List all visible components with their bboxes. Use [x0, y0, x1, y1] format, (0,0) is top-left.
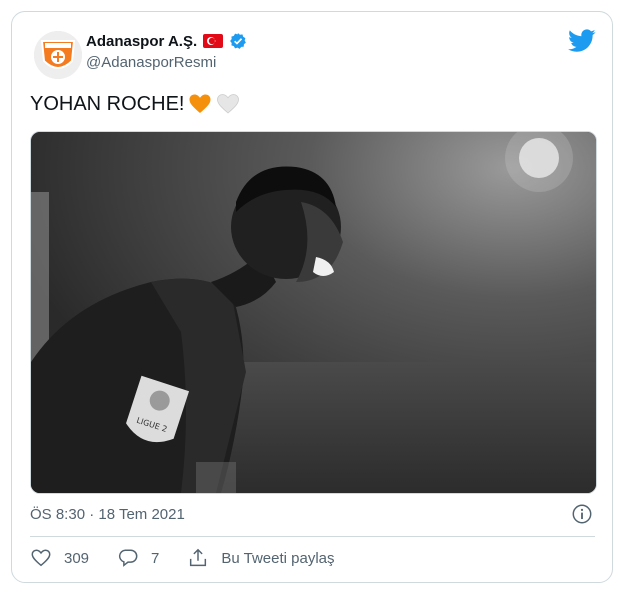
avatar[interactable]: [34, 31, 82, 79]
reply-bubble-icon: [118, 549, 138, 567]
display-name[interactable]: Adanaspor A.Ş.: [86, 33, 197, 50]
orange-heart-icon: [188, 92, 212, 116]
tweet-body: YOHAN ROCHE!: [30, 92, 185, 115]
like-count: 309: [64, 549, 90, 567]
turkey-flag-icon: [203, 34, 224, 48]
tweet-card: Adanaspor A.Ş. @AdanasporResmi YOHAN ROC…: [11, 11, 613, 583]
photo-footballer: LIGUE 2: [31, 132, 596, 493]
reply-count: 7: [151, 549, 160, 567]
reply-button[interactable]: 7: [117, 547, 159, 569]
verified-badge-icon: [229, 32, 247, 50]
name-row: Adanaspor A.Ş.: [86, 32, 247, 50]
tweet-photo[interactable]: LIGUE 2: [30, 131, 597, 494]
adanaspor-logo-icon: [34, 31, 82, 79]
heart-icon: [31, 549, 51, 567]
like-button[interactable]: 309: [30, 547, 89, 569]
info-icon[interactable]: [571, 503, 593, 525]
twitter-bird-icon[interactable]: [568, 29, 596, 53]
share-label: Bu Tweeti paylaş: [221, 549, 335, 567]
tweet-timestamp[interactable]: ÖS 8:30 · 18 Tem 2021: [30, 506, 185, 523]
handle[interactable]: @AdanasporResmi: [86, 54, 216, 71]
divider: [30, 536, 595, 537]
tweet-text: YOHAN ROCHE!: [30, 92, 240, 116]
tweet-actions: 309 7 Bu Tweeti paylaş: [30, 547, 363, 569]
share-button[interactable]: Bu Tweeti paylaş: [187, 547, 335, 569]
white-heart-icon: [216, 92, 240, 116]
share-icon: [190, 548, 207, 567]
